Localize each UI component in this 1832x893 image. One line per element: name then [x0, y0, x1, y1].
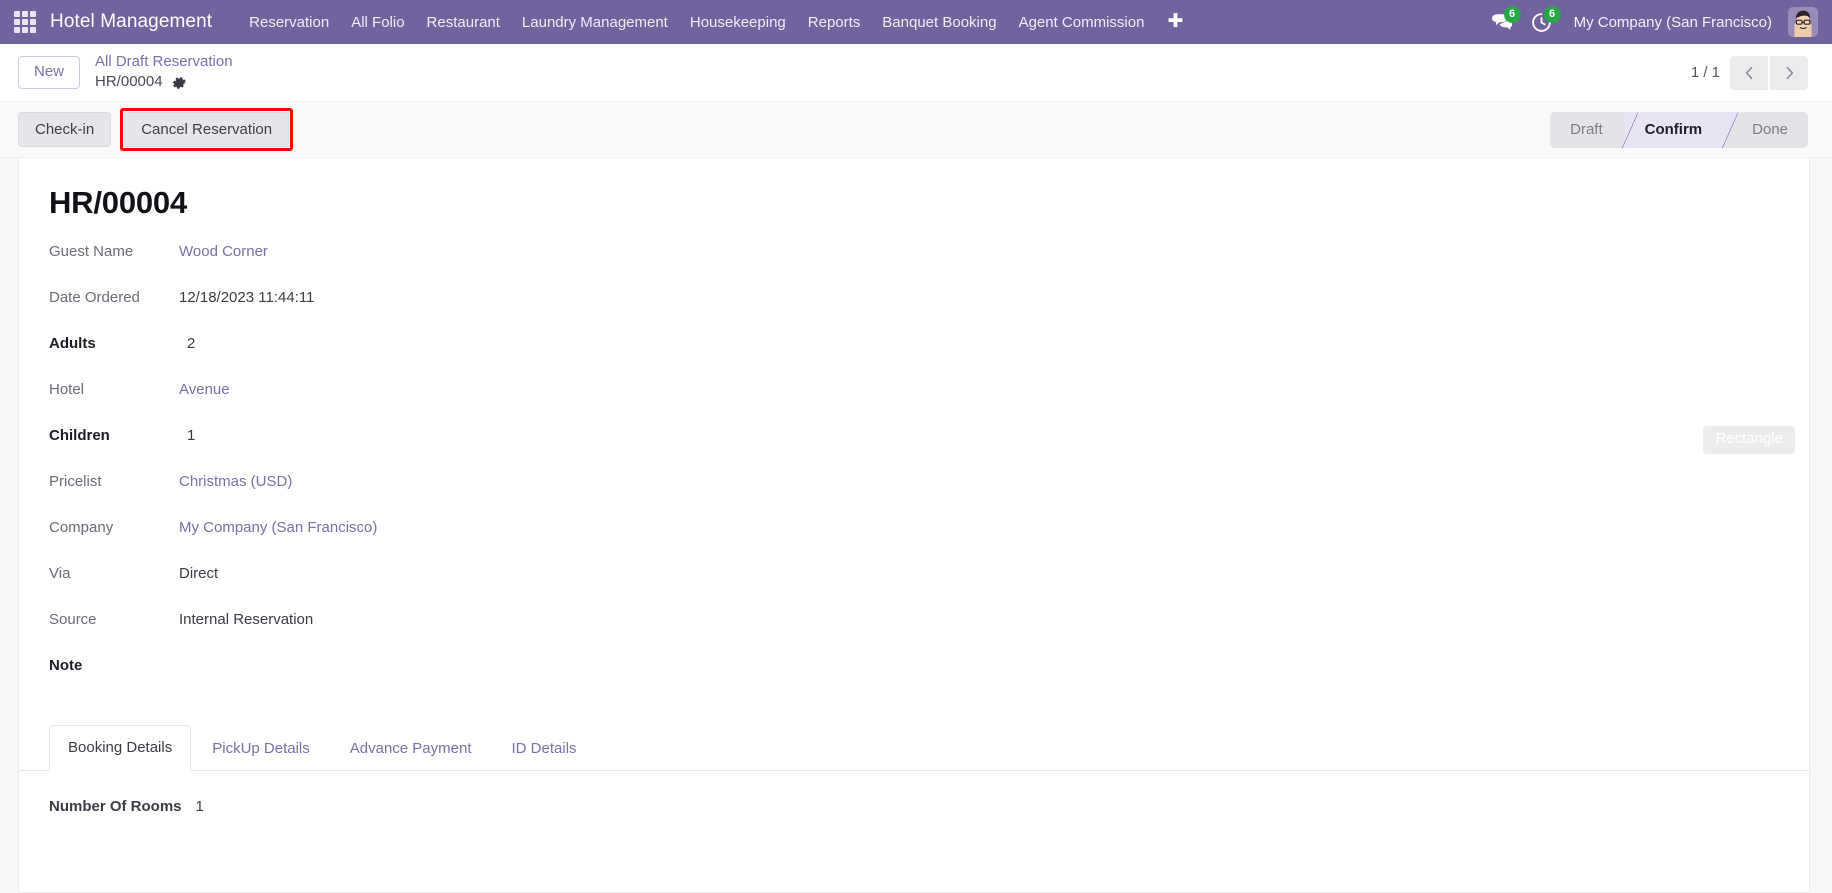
tab-panel-booking-details: Number Of Rooms 1 — [19, 771, 1809, 817]
field-adults: Adults 2 — [49, 334, 1809, 380]
activities-button[interactable]: 6 — [1522, 0, 1562, 44]
notebook: Booking Details PickUp Details Advance P… — [19, 724, 1809, 817]
field-label: Guest Name — [49, 242, 179, 262]
plus-icon[interactable]: ✚ — [1155, 10, 1195, 35]
field-value-date-ordered[interactable]: 12/18/2023 11:44:11 — [179, 288, 314, 308]
status-stage-done[interactable]: Done — [1722, 112, 1808, 148]
app-brand-title[interactable]: Hotel Management — [50, 11, 212, 33]
field-value-company[interactable]: My Company (San Francisco) — [179, 518, 377, 538]
pager-next-button[interactable] — [1770, 56, 1808, 90]
field-number-of-rooms: Number Of Rooms 1 — [49, 797, 1809, 817]
field-label: Note — [49, 656, 179, 676]
pager-count: 1 / 1 — [1691, 64, 1720, 81]
field-via: Via Direct — [49, 564, 1809, 610]
field-note: Note — [49, 656, 1809, 702]
company-switcher[interactable]: My Company (San Francisco) — [1562, 8, 1784, 37]
tab-id-details[interactable]: ID Details — [493, 726, 596, 771]
action-status-bar: Check-in Cancel Reservation Draft Confir… — [0, 102, 1832, 158]
breadcrumb-bar: New All Draft Reservation HR/00004 1 / 1 — [0, 44, 1832, 102]
form-sheet: HR/00004 Guest Name Wood Corner Date Ord… — [18, 158, 1810, 893]
status-bar: Draft Confirm Done — [1550, 112, 1808, 148]
status-stage-confirm[interactable]: Confirm — [1623, 112, 1723, 148]
field-company: Company My Company (San Francisco) — [49, 518, 1809, 564]
field-label: Hotel — [49, 380, 179, 400]
breadcrumb-parent-link[interactable]: All Draft Reservation — [95, 53, 233, 72]
gear-icon[interactable] — [172, 75, 187, 90]
cancel-reservation-highlight: Cancel Reservation — [120, 108, 293, 151]
pager-previous-button[interactable] — [1730, 56, 1768, 90]
top-navbar: Hotel Management Reservation All Folio R… — [0, 0, 1832, 44]
activities-count-badge: 6 — [1544, 6, 1561, 23]
tab-booking-details[interactable]: Booking Details — [49, 725, 191, 771]
menu-item-all-folio[interactable]: All Folio — [340, 9, 415, 36]
breadcrumb-current-record: HR/00004 — [95, 73, 163, 92]
breadcrumb: All Draft Reservation HR/00004 — [95, 53, 233, 92]
menu-item-reports[interactable]: Reports — [797, 9, 872, 36]
field-value-number-of-rooms[interactable]: 1 — [196, 797, 204, 817]
main-menu: Reservation All Folio Restaurant Laundry… — [238, 9, 1195, 36]
messages-button[interactable]: 6 — [1482, 0, 1522, 44]
field-label: Via — [49, 564, 179, 584]
page-title: HR/00004 — [19, 186, 1809, 242]
new-record-button[interactable]: New — [18, 56, 80, 89]
field-date-ordered: Date Ordered 12/18/2023 11:44:11 — [49, 288, 1809, 334]
form-fields: Guest Name Wood Corner Date Ordered 12/1… — [19, 242, 1809, 702]
status-stage-draft[interactable]: Draft — [1550, 112, 1623, 148]
field-hotel: Hotel Avenue — [49, 380, 1809, 426]
menu-item-reservation[interactable]: Reservation — [238, 9, 340, 36]
field-label: Date Ordered — [49, 288, 179, 308]
field-pricelist: Pricelist Christmas (USD) — [49, 472, 1809, 518]
cancel-reservation-button[interactable]: Cancel Reservation — [124, 112, 289, 147]
menu-item-agent-commission[interactable]: Agent Commission — [1008, 9, 1156, 36]
chevron-right-icon — [1783, 65, 1796, 81]
field-value-children[interactable]: 1 — [179, 426, 195, 446]
navbar-systray: 6 6 My Company (San Francisco) — [1482, 0, 1822, 44]
avatar[interactable] — [1788, 7, 1818, 37]
notebook-tabs: Booking Details PickUp Details Advance P… — [19, 724, 1809, 771]
field-label: Source — [49, 610, 179, 630]
form-sheet-background: HR/00004 Guest Name Wood Corner Date Ord… — [0, 158, 1832, 893]
record-pager: 1 / 1 — [1691, 56, 1808, 90]
field-label: Children — [49, 426, 179, 446]
menu-item-housekeeping[interactable]: Housekeeping — [679, 9, 797, 36]
menu-item-banquet-booking[interactable]: Banquet Booking — [871, 9, 1007, 36]
field-source: Source Internal Reservation — [49, 610, 1809, 656]
user-avatar-icon — [1788, 7, 1818, 37]
field-label: Number Of Rooms — [49, 797, 182, 817]
field-guest-name: Guest Name Wood Corner — [49, 242, 1809, 288]
field-value-source[interactable]: Internal Reservation — [179, 610, 313, 630]
field-label: Adults — [49, 334, 179, 354]
tab-pickup-details[interactable]: PickUp Details — [193, 726, 329, 771]
field-value-pricelist[interactable]: Christmas (USD) — [179, 472, 292, 492]
apps-grid-icon[interactable] — [14, 11, 36, 33]
field-label: Pricelist — [49, 472, 179, 492]
messages-count-badge: 6 — [1504, 6, 1521, 23]
menu-item-laundry-management[interactable]: Laundry Management — [511, 9, 679, 36]
field-value-via[interactable]: Direct — [179, 564, 218, 584]
chevron-left-icon — [1743, 65, 1756, 81]
rectangle-ghost-label: Rectangle — [1703, 426, 1795, 454]
menu-item-restaurant[interactable]: Restaurant — [416, 9, 511, 36]
field-value-hotel[interactable]: Avenue — [179, 380, 230, 400]
field-label: Company — [49, 518, 179, 538]
field-value-guest-name[interactable]: Wood Corner — [179, 242, 268, 262]
field-children: Children 1 — [49, 426, 1809, 472]
tab-advance-payment[interactable]: Advance Payment — [331, 726, 491, 771]
field-value-adults[interactable]: 2 — [179, 334, 195, 354]
check-in-button[interactable]: Check-in — [18, 112, 111, 147]
